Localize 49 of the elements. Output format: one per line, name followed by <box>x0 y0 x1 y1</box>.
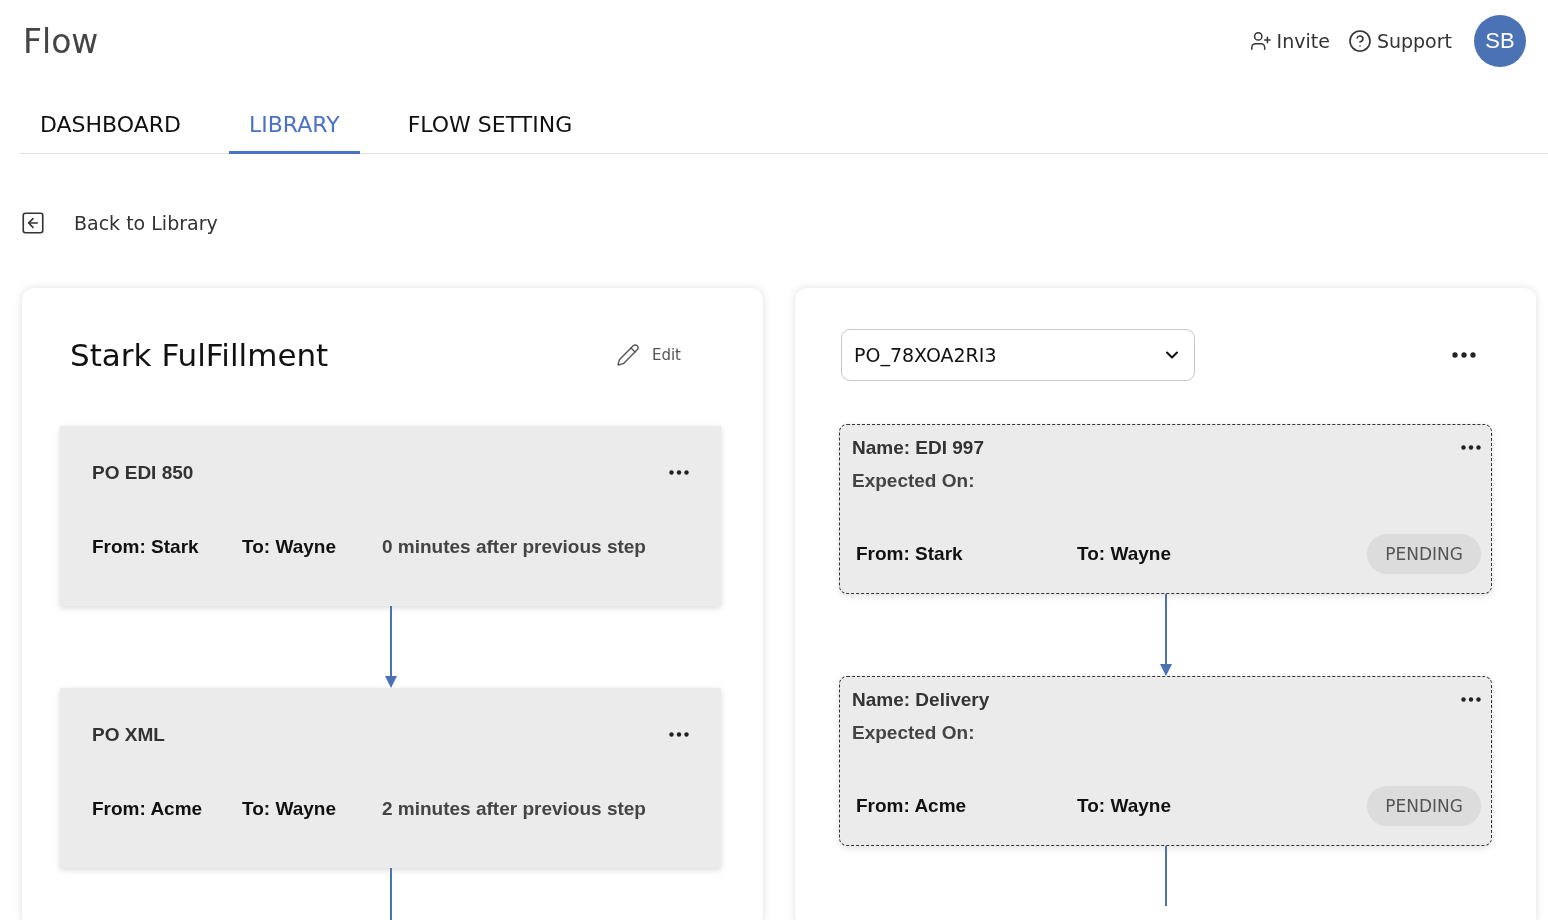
more-icon <box>669 732 689 737</box>
connector-line <box>389 867 392 920</box>
invite-link[interactable]: Invite <box>1249 30 1330 52</box>
nav-tab[interactable]: DASHBOARD <box>20 100 202 154</box>
back-icon <box>20 209 46 236</box>
step-name: PO EDI 850 <box>92 461 194 484</box>
step-delay: 0 minutes after previous step <box>382 535 646 558</box>
more-icon <box>1461 445 1481 450</box>
step-delay: 2 minutes after previous step <box>382 797 646 820</box>
step-to: To: Wayne <box>242 535 337 558</box>
step-to: To: Wayne <box>242 797 337 820</box>
more-icon <box>1461 697 1481 702</box>
order-select[interactable]: PO_78XOA2RI3 <box>841 328 1195 381</box>
step-card[interactable]: Name: Delivery Expected On: From: Acme To: Wayne PENDING <box>839 675 1492 846</box>
step-from: From: Acme <box>855 794 968 817</box>
more-button[interactable] <box>1461 445 1481 450</box>
step-name: Name: Delivery <box>852 688 990 711</box>
status-badge: PENDING <box>1367 785 1481 826</box>
support-link[interactable]: Support <box>1347 29 1452 53</box>
app-title: Flow <box>23 21 99 61</box>
step-card[interactable]: PO EDI 850 From: Stark To: Wayne 0 minutes after previous step <box>60 425 721 606</box>
more-button[interactable] <box>1461 697 1481 702</box>
step-card[interactable]: Name: EDI 997 Expected On: From: Stark To: Wayne PENDING <box>839 423 1492 594</box>
step-from: From: Acme <box>92 797 204 820</box>
more-button[interactable] <box>669 470 689 475</box>
step-card[interactable]: PO XML From: Acme To: Wayne 2 minutes after previous step <box>60 687 721 868</box>
help-icon <box>1347 29 1372 53</box>
step-to: To: Wayne <box>1077 542 1172 565</box>
more-button[interactable] <box>1452 351 1476 358</box>
more-icon <box>669 470 689 475</box>
expected-on-label: Expected On: <box>852 469 976 492</box>
step-name: PO XML <box>92 723 165 746</box>
step-name: Name: EDI 997 <box>852 436 984 459</box>
back-link[interactable]: Back to Library <box>20 209 1548 236</box>
nav-tab[interactable]: LIBRARY <box>229 100 360 154</box>
step-to: To: Wayne <box>1077 794 1172 817</box>
expected-on-label: Expected On: <box>852 721 976 744</box>
flow-title: Stark FulFillment <box>70 336 329 373</box>
user-avatar[interactable]: SB <box>1474 15 1526 67</box>
nav-tab[interactable]: FLOW SETTING <box>387 100 593 154</box>
step-from: From: Stark <box>92 535 200 558</box>
pencil-icon <box>615 342 640 367</box>
add-user-icon <box>1249 30 1272 52</box>
status-badge: PENDING <box>1367 533 1481 574</box>
connector-line <box>1164 845 1167 906</box>
more-icon <box>1452 351 1476 358</box>
edit-button[interactable]: Edit <box>609 341 687 368</box>
step-from: From: Stark <box>855 542 964 565</box>
more-button[interactable] <box>669 732 689 737</box>
